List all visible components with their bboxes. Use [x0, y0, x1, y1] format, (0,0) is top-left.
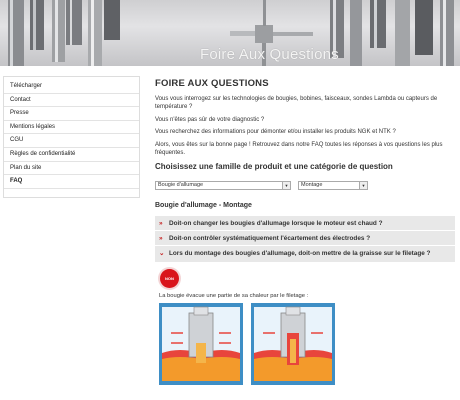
- section-title: Bougie d'allumage - Montage: [155, 202, 252, 210]
- intro-paragraph: Vous vous interrogez sur les technologie…: [155, 96, 438, 111]
- intro-text: Vous vous interrogez sur les technologie…: [155, 95, 455, 157]
- faq-question[interactable]: » Doit-on changer les bougies d'allumage…: [155, 216, 455, 232]
- main-content: FOIRE AUX QUESTIONS Vous vous interrogez…: [155, 78, 455, 393]
- sidebar-item-presse[interactable]: Presse: [4, 107, 139, 121]
- sidebar-item-contact[interactable]: Contact: [4, 94, 139, 108]
- product-family-value: Bougie d'allumage: [158, 182, 204, 189]
- product-family-select[interactable]: Bougie d'allumage ▼: [155, 181, 291, 191]
- sidebar-item-mentions-legales[interactable]: Mentions légales: [4, 121, 139, 135]
- intro-paragraph: Alors, vous êtes sur la bonne page ! Ret…: [155, 141, 443, 156]
- filter-selects: Bougie d'allumage ▼ Montage ▼: [155, 181, 455, 191]
- faq-question-text: Lors du montage des bougies d'allumage, …: [169, 250, 431, 258]
- sidebar-item-confidentialite[interactable]: Règles de confidentialité: [4, 148, 139, 162]
- no-badge: NON: [160, 269, 179, 289]
- faq-question[interactable]: » Doit-on contrôler systématiquement l'é…: [155, 231, 455, 247]
- faq-question-text: Doit-on changer les bougies d'allumage l…: [169, 219, 383, 227]
- sidebar-item-plan-du-site[interactable]: Plan du site: [4, 162, 139, 176]
- header-banner: Foire Aux Questions: [0, 0, 460, 66]
- chevron-down-icon: ▼: [359, 182, 367, 190]
- chevron-down-icon: ▼: [282, 182, 290, 190]
- banner-title: Foire Aux Questions: [200, 46, 339, 63]
- intro-paragraph: Vous recherchez des informations pour dé…: [155, 129, 396, 136]
- faq-question-text: Doit-on contrôler systématiquement l'éca…: [169, 234, 371, 242]
- expand-arrow-icon: »: [159, 219, 163, 227]
- expand-arrow-icon: »: [159, 234, 163, 242]
- sidebar-item-telecharger[interactable]: Télécharger: [4, 80, 139, 94]
- answer-text: La bougie évacue une partie de sa chaleu…: [159, 293, 309, 300]
- faq-answer: NON La bougie évacue une partie de sa ch…: [155, 263, 455, 393]
- sidebar-nav: Télécharger Contact Presse Mentions léga…: [3, 76, 140, 198]
- sidebar-item-faq[interactable]: FAQ: [4, 175, 139, 189]
- spark-plug-heat-diagram: [159, 303, 335, 386]
- collapse-arrow-icon: ⌄: [159, 250, 165, 258]
- intro-paragraph: Vous n'êtes pas sûr de votre diagnostic …: [155, 116, 265, 123]
- question-category-select[interactable]: Montage ▼: [298, 181, 368, 191]
- faq-question-open[interactable]: ⌄ Lors du montage des bougies d'allumage…: [155, 246, 455, 264]
- page-title: FOIRE AUX QUESTIONS: [155, 78, 269, 89]
- question-category-value: Montage: [301, 182, 323, 189]
- sidebar-item-cgu[interactable]: CGU: [4, 134, 139, 148]
- choose-family-heading: Choisissez une famille de produit et une…: [155, 162, 393, 172]
